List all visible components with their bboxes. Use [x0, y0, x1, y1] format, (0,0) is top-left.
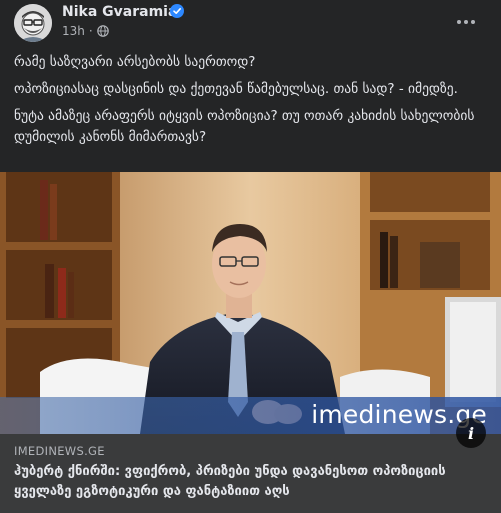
post-meta: 13h · [62, 24, 109, 38]
meta-separator: · [88, 24, 93, 38]
post-paragraph: რამე საზღვარი არსებობს საერთოდ? [14, 54, 256, 70]
link-domain: IMEDINEWS.GE [14, 444, 105, 458]
facebook-post: Nika Gvaramia 13h · რამე საზღვარი არსებო… [0, 0, 501, 513]
dot-icon [471, 20, 475, 24]
author-avatar[interactable] [14, 4, 52, 42]
post-paragraph: ნუტა ამაზეც არაფერს იტყვის ოპოზიცია? თუ … [14, 108, 475, 145]
verified-badge-icon [170, 4, 184, 18]
dot-icon [457, 20, 461, 24]
avatar-cartoon-icon [14, 4, 52, 42]
dot-icon [464, 20, 468, 24]
post-timestamp[interactable]: 13h [62, 24, 85, 38]
link-title[interactable]: ჰუბერტ ქნირში: ვფიქრობ, პრიზები უნდა დავ… [14, 462, 484, 502]
more-options-button[interactable] [452, 8, 480, 36]
post-text: რამე საზღვარი არსებობს საერთოდ? ოპოზიცია… [14, 52, 490, 154]
globe-icon [96, 25, 109, 37]
photo-illustration [0, 172, 501, 434]
post-paragraph: ოპოზიციასაც დასცინის და ქეთევან წამებულს… [14, 81, 458, 97]
post-header: Nika Gvaramia 13h · [0, 0, 501, 46]
info-button[interactable]: i [456, 418, 486, 448]
author-name[interactable]: Nika Gvaramia [62, 4, 177, 20]
post-photo[interactable] [0, 172, 501, 434]
